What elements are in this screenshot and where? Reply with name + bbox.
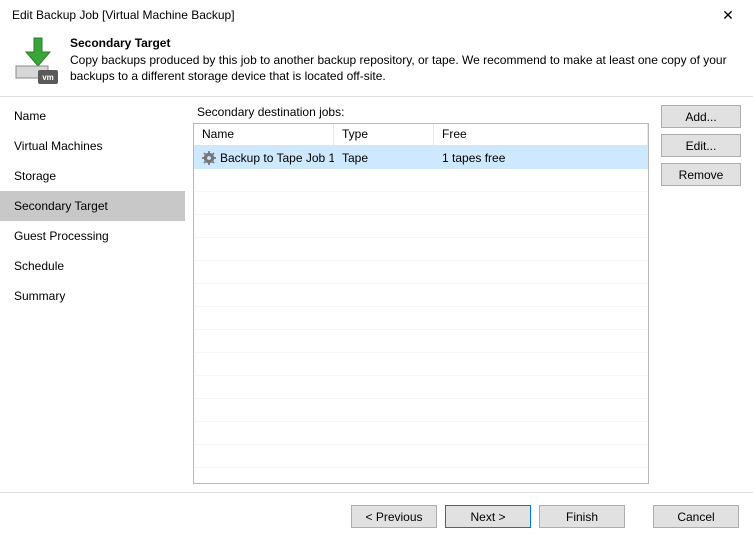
- previous-button[interactable]: < Previous: [351, 505, 437, 528]
- cell-type: Tape: [334, 151, 434, 165]
- next-button[interactable]: Next >: [445, 505, 531, 528]
- secondary-jobs-list[interactable]: Name Type Free: [193, 123, 649, 484]
- nav-item-guest-processing[interactable]: Guest Processing: [0, 221, 185, 251]
- edit-button[interactable]: Edit...: [661, 134, 741, 157]
- nav-item-virtual-machines[interactable]: Virtual Machines: [0, 131, 185, 161]
- gear-icon: [202, 151, 216, 165]
- list-header: Name Type Free: [194, 124, 648, 146]
- nav-item-summary[interactable]: Summary: [0, 281, 185, 311]
- column-header-free[interactable]: Free: [434, 124, 648, 145]
- remove-button[interactable]: Remove: [661, 163, 741, 186]
- cell-name: Backup to Tape Job 1: [220, 151, 334, 165]
- cancel-button[interactable]: Cancel: [653, 505, 739, 528]
- nav-item-schedule[interactable]: Schedule: [0, 251, 185, 281]
- page-description: Copy backups produced by this job to ano…: [70, 52, 741, 84]
- cell-free: 1 tapes free: [434, 151, 648, 165]
- finish-button[interactable]: Finish: [539, 505, 625, 528]
- wizard-nav: Name Virtual Machines Storage Secondary …: [0, 97, 185, 492]
- window-title: Edit Backup Job [Virtual Machine Backup]: [12, 8, 235, 22]
- list-row[interactable]: Backup to Tape Job 1 Tape 1 tapes free: [194, 146, 648, 169]
- nav-item-secondary-target[interactable]: Secondary Target: [0, 191, 185, 221]
- svg-text:vm: vm: [42, 73, 54, 82]
- nav-item-storage[interactable]: Storage: [0, 161, 185, 191]
- wizard-step-icon: vm: [12, 36, 60, 84]
- close-icon[interactable]: ✕: [713, 0, 743, 30]
- column-header-name[interactable]: Name: [194, 124, 334, 145]
- page-title: Secondary Target: [70, 36, 741, 50]
- add-button[interactable]: Add...: [661, 105, 741, 128]
- nav-item-name[interactable]: Name: [0, 101, 185, 131]
- list-label: Secondary destination jobs:: [197, 105, 649, 119]
- column-header-type[interactable]: Type: [334, 124, 434, 145]
